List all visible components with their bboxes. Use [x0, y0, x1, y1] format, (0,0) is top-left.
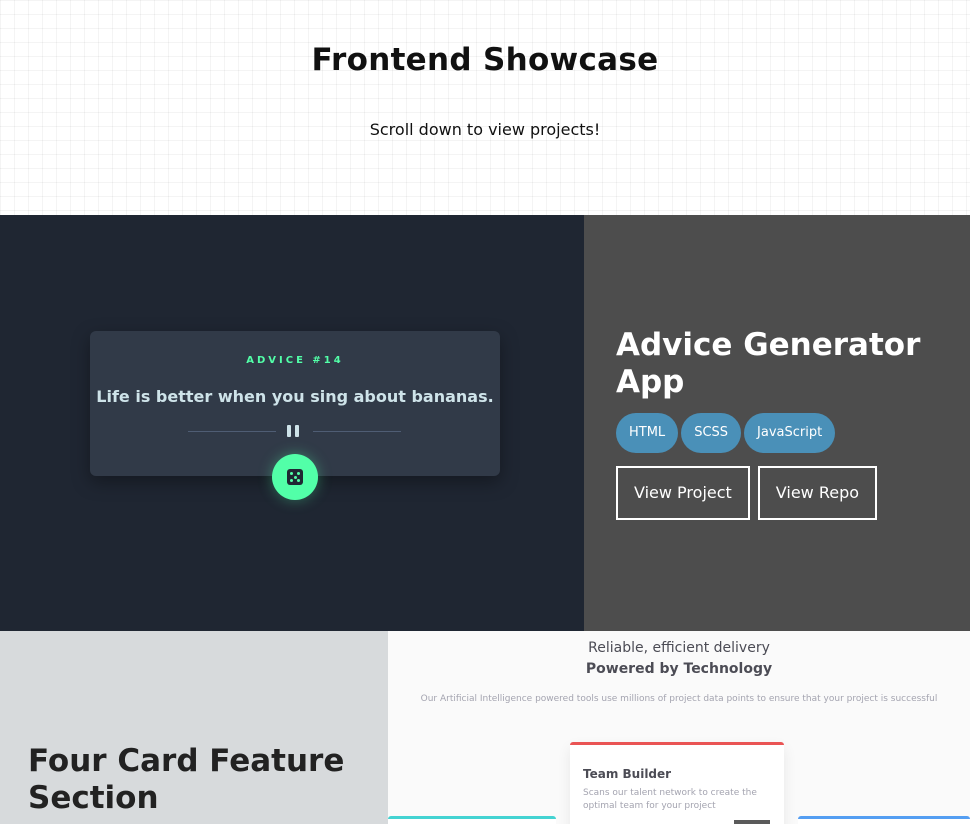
page-subtitle: Scroll down to view projects!: [369, 120, 601, 139]
advice-label: ADVICE #14: [246, 355, 344, 366]
page-title: Frontend Showcase: [311, 42, 659, 78]
feature-card-team-builder: Team Builder Scans our talent network to…: [570, 742, 784, 824]
pause-icon: [287, 425, 301, 437]
feature-card-right: [798, 816, 970, 824]
four-card-feature-info: Four Card Feature Section: [0, 631, 388, 824]
preview-description: Our Artificial Intelligence powered tool…: [420, 694, 938, 704]
tag-scss: SCSS: [681, 413, 742, 453]
advice-generator-info: Advice Generator App HTML SCSS JavaScrip…: [584, 215, 970, 631]
project-actions: View Project View Repo: [616, 466, 878, 520]
team-builder-icon: [734, 820, 770, 824]
tech-tags: HTML SCSS JavaScript: [616, 413, 836, 453]
four-card-feature-preview: Reliable, efficient delivery Powered by …: [388, 631, 970, 824]
feature-card-title: Team Builder: [583, 767, 672, 781]
dice-button: [272, 454, 318, 500]
advice-quote: Life is better when you sing about banan…: [96, 387, 494, 406]
dice-icon: [287, 469, 303, 485]
preview-heading-bold: Powered by Technology: [585, 661, 773, 677]
view-project-button[interactable]: View Project: [616, 466, 750, 520]
view-repo-button[interactable]: View Repo: [757, 466, 878, 520]
advice-generator-preview: ADVICE #14 Life is better when you sing …: [0, 215, 584, 631]
hero-section: Frontend Showcase Scroll down to view pr…: [0, 0, 970, 215]
advice-card: ADVICE #14 Life is better when you sing …: [90, 331, 500, 500]
project-title: Four Card Feature Section: [28, 743, 345, 816]
feature-card-left: [388, 816, 556, 824]
advice-divider: [188, 423, 401, 439]
preview-heading-light: Reliable, efficient delivery: [588, 640, 770, 656]
feature-card-text: Scans our talent network to create the o…: [583, 788, 757, 811]
tag-javascript: JavaScript: [744, 413, 836, 453]
tag-html: HTML: [616, 413, 679, 453]
project-title: Advice Generator App: [616, 327, 921, 400]
